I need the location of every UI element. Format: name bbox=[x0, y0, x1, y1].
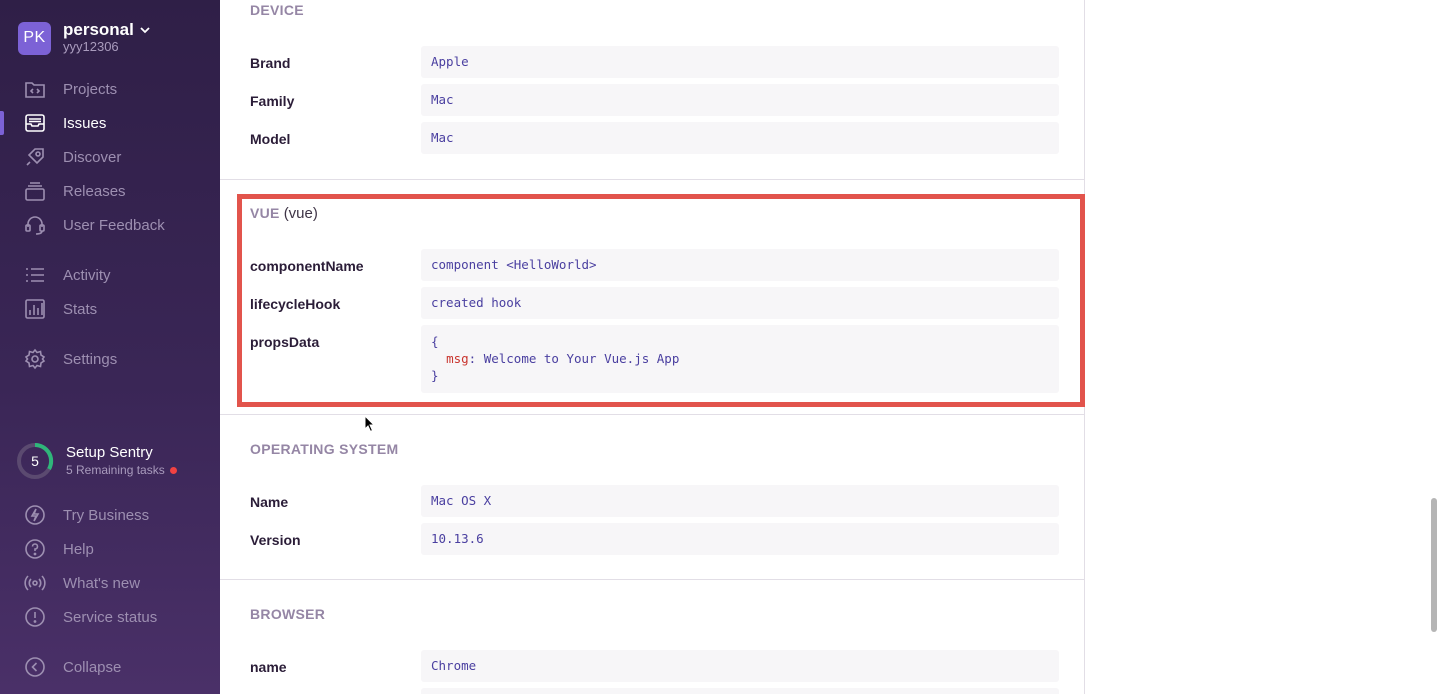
sidebar-item-activity[interactable]: Activity bbox=[0, 258, 220, 292]
section-alias: (vue) bbox=[283, 205, 318, 222]
section-title: BROWSER bbox=[250, 606, 326, 622]
lightning-icon bbox=[24, 504, 46, 526]
kv-row: propsData { msg: Welcome to Your Vue.js … bbox=[250, 325, 1059, 393]
sidebar: PK personal yyy12306 Projects Issues Dis… bbox=[0, 0, 220, 694]
sidebar-item-issues[interactable]: Issues bbox=[0, 106, 220, 140]
sidebar-item-stats[interactable]: Stats bbox=[0, 292, 220, 326]
sidebar-item-label: Issues bbox=[63, 114, 107, 132]
kv-row: Family Mac bbox=[250, 84, 1059, 116]
org-avatar: PK bbox=[18, 21, 51, 55]
sidebar-item-label: Help bbox=[63, 540, 94, 558]
kv-row: Model Mac bbox=[250, 122, 1059, 154]
sidebar-item-label: Stats bbox=[63, 300, 98, 318]
sidebar-item-label: What's new bbox=[63, 574, 141, 592]
kv-key: componentName bbox=[250, 258, 364, 274]
broadcast-icon bbox=[24, 572, 46, 594]
projects-icon bbox=[24, 78, 46, 100]
os-section: OPERATING SYSTEM Name Mac OS X Version 1… bbox=[220, 415, 1085, 580]
kv-key: Name bbox=[250, 494, 289, 510]
sidebar-item-label: Activity bbox=[63, 266, 111, 284]
section-title: DEVICE bbox=[250, 2, 304, 18]
kv-value: Mac bbox=[421, 84, 1059, 116]
sidebar-item-settings[interactable]: Settings bbox=[0, 342, 220, 376]
kv-row: componentName component <HelloWorld> bbox=[250, 249, 1059, 281]
browser-section: BROWSER name Chrome bbox=[220, 580, 1085, 694]
sidebar-item-discover[interactable]: Discover bbox=[0, 140, 220, 174]
mouse-cursor-icon bbox=[364, 415, 376, 433]
kv-value bbox=[421, 688, 1059, 694]
setup-count: 5 bbox=[31, 453, 39, 469]
chevron-down-icon bbox=[140, 27, 150, 34]
brace-close: } bbox=[431, 368, 439, 383]
kv-value: 10.13.6 bbox=[421, 523, 1059, 555]
brace-open: { bbox=[431, 334, 439, 349]
kv-key: Family bbox=[250, 93, 295, 109]
sidebar-item-label: Discover bbox=[63, 148, 122, 166]
scrollbar-thumb[interactable] bbox=[1431, 498, 1437, 632]
settings-icon bbox=[24, 348, 46, 370]
sidebar-item-whats-new[interactable]: What's new bbox=[0, 566, 220, 600]
notification-dot bbox=[169, 466, 177, 474]
kv-value: Apple bbox=[421, 46, 1059, 78]
kv-key: propsData bbox=[250, 334, 320, 350]
sidebar-item-label: Releases bbox=[63, 182, 126, 200]
sidebar-item-projects[interactable]: Projects bbox=[0, 72, 220, 106]
section-title: OPERATING SYSTEM bbox=[250, 441, 399, 457]
kv-key: name bbox=[250, 659, 287, 675]
sidebar-item-collapse[interactable]: Collapse bbox=[0, 650, 220, 684]
kv-value-object: { msg: Welcome to Your Vue.js App } bbox=[421, 325, 1059, 393]
object-value: : Welcome to Your Vue.js App bbox=[468, 351, 680, 366]
section-title: VUE (vue) bbox=[250, 205, 318, 222]
kv-value: Chrome bbox=[421, 650, 1059, 682]
sidebar-item-releases[interactable]: Releases bbox=[0, 174, 220, 208]
kv-row: Version 10.13.6 bbox=[250, 523, 1059, 555]
sidebar-item-label: Collapse bbox=[63, 658, 122, 676]
sidebar-item-label: Projects bbox=[63, 80, 118, 98]
sidebar-item-label: Service status bbox=[63, 608, 158, 626]
help-icon bbox=[24, 538, 46, 560]
kv-value: Mac bbox=[421, 122, 1059, 154]
sidebar-item-try-business[interactable]: Try Business bbox=[0, 498, 220, 532]
kv-key: lifecycleHook bbox=[250, 296, 341, 312]
kv-row: lifecycleHook created hook bbox=[250, 287, 1059, 319]
sidebar-item-label: User Feedback bbox=[63, 216, 165, 234]
issues-icon bbox=[24, 112, 46, 134]
kv-row: name Chrome bbox=[250, 650, 1059, 682]
event-context-panel: DEVICE Brand Apple Family Mac Model Mac … bbox=[220, 0, 1085, 694]
kv-row: Brand Apple bbox=[250, 46, 1059, 78]
kv-value: Mac OS X bbox=[421, 485, 1059, 517]
setup-title: Setup Sentry bbox=[66, 444, 153, 461]
kv-row-partial bbox=[250, 688, 1059, 694]
sidebar-item-label: Try Business bbox=[63, 506, 150, 524]
setup-subtitle: 5 Remaining tasks bbox=[66, 463, 165, 477]
device-section: DEVICE Brand Apple Family Mac Model Mac bbox=[220, 0, 1085, 180]
org-name: personal bbox=[63, 20, 134, 39]
collapse-icon bbox=[24, 656, 46, 678]
releases-icon bbox=[24, 180, 46, 202]
kv-key: Brand bbox=[250, 55, 291, 71]
object-key: msg bbox=[446, 351, 469, 366]
sidebar-item-service-status[interactable]: Service status bbox=[0, 600, 220, 634]
discover-icon bbox=[24, 146, 46, 168]
activity-icon bbox=[24, 264, 46, 286]
stats-icon bbox=[24, 298, 46, 320]
sidebar-item-user-feedback[interactable]: User Feedback bbox=[0, 208, 220, 242]
sidebar-item-label: Settings bbox=[63, 350, 118, 368]
scrollbar[interactable] bbox=[1426, 0, 1440, 694]
kv-key: Version bbox=[250, 532, 301, 548]
kv-value: component <HelloWorld> bbox=[421, 249, 1059, 281]
setup-sentry-progress[interactable]: 5 Setup Sentry 5 Remaining tasks bbox=[16, 442, 177, 480]
org-username: yyy12306 bbox=[63, 39, 119, 54]
org-switcher[interactable]: PK personal yyy12306 bbox=[18, 21, 150, 55]
kv-value: created hook bbox=[421, 287, 1059, 319]
kv-row: Name Mac OS X bbox=[250, 485, 1059, 517]
warning-icon bbox=[24, 606, 46, 628]
section-title-text: VUE bbox=[250, 205, 280, 221]
user-feedback-icon bbox=[24, 214, 46, 236]
sidebar-item-help[interactable]: Help bbox=[0, 532, 220, 566]
kv-key: Model bbox=[250, 131, 291, 147]
vue-section: VUE (vue) componentName component <HelloW… bbox=[220, 180, 1085, 415]
